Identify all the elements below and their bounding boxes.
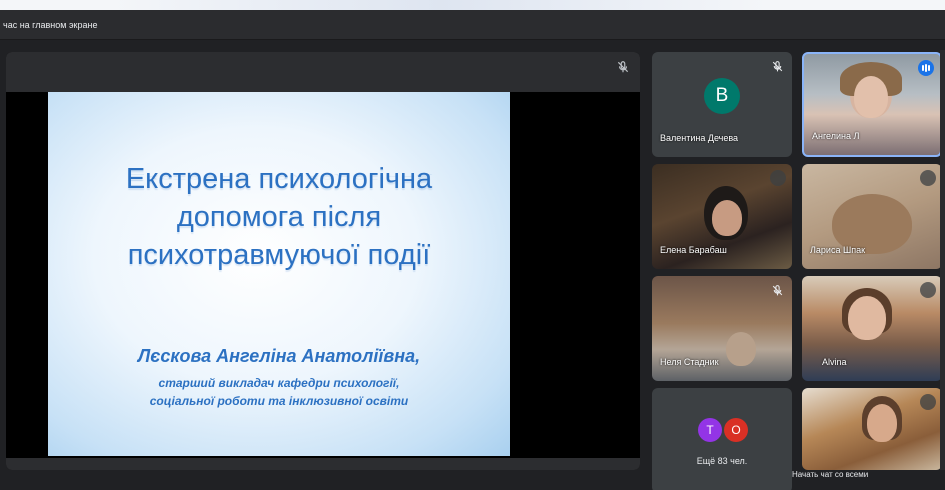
participant-face [848, 296, 886, 340]
chat-hint[interactable]: Начать чат со всеми [792, 470, 868, 479]
shared-screen-top-band [6, 52, 640, 92]
participant-name: Alvina [822, 357, 847, 367]
avatar: Т [698, 418, 722, 442]
slide-subtitle-line: соціальної роботи та інклюзивної освіти [149, 394, 409, 408]
meet-window: час на главном экране Екстрена психологі… [0, 10, 945, 490]
participant-tile-elena[interactable]: Елена Барабаш [652, 164, 792, 269]
participant-tile-larisa[interactable]: Лариса Шпак [802, 164, 942, 269]
presenting-bar-text: час на главном экране [3, 20, 98, 30]
participant-tile-nelia[interactable]: Неля Стадник [652, 276, 792, 381]
participant-tile-angelina[interactable]: Ангелина Л [802, 52, 942, 157]
speaking-indicator-icon [918, 60, 934, 76]
slide-subtitle: старший викладач кафедри психології, соц… [48, 374, 510, 410]
mic-off-icon [920, 282, 936, 298]
slide-author: Лєскова Ангеліна Анатоліївна, [137, 346, 421, 366]
participant-name: Неля Стадник [660, 357, 719, 367]
presenting-bar[interactable]: час на главном экране [0, 10, 945, 40]
scroll-edge [940, 50, 945, 470]
participant-tile-alvina[interactable]: Alvina [802, 276, 942, 381]
participant-face [854, 76, 888, 118]
participant-name: Ангелина Л [812, 131, 860, 141]
participant-name: Лариса Шпак [810, 245, 866, 255]
mic-off-icon [772, 61, 783, 72]
participant-tile-valentina[interactable]: В Валентина Дечева [652, 52, 792, 157]
participant-face [726, 332, 756, 366]
mic-off-icon [770, 170, 786, 186]
slide-title: Екстрена психологічна допомога після пси… [48, 160, 510, 274]
mic-off-icon [617, 61, 629, 73]
participant-face [867, 404, 897, 442]
participant-tile-unnamed[interactable] [802, 388, 942, 470]
more-participants-count: Ещё 83 чел. [696, 456, 748, 466]
participant-face [712, 200, 742, 236]
participant-name: Валентина Дечева [660, 133, 739, 143]
mic-off-icon [920, 170, 936, 186]
mic-off-icon [920, 394, 936, 410]
avatar: В [704, 78, 740, 114]
slide-title-line: Екстрена психологічна [125, 163, 433, 195]
more-participants-tile[interactable]: Т О Ещё 83 чел. [652, 388, 792, 490]
slide-subtitle-line: старший викладач кафедри психології, [158, 376, 400, 390]
participant-name: Елена Барабаш [660, 245, 727, 255]
shared-screen-tile[interactable]: Екстрена психологічна Екстрена психологі… [6, 52, 640, 470]
mic-off-icon [772, 285, 783, 296]
slide-title-line: допомога після [176, 201, 382, 233]
presentation-slide: Екстрена психологічна Екстрена психологі… [48, 92, 510, 456]
slide-title-line: психотравмуючої події [127, 239, 431, 271]
watermark [110, 0, 770, 10]
shared-screen-bottom-band [6, 458, 640, 470]
avatar: О [724, 418, 748, 442]
